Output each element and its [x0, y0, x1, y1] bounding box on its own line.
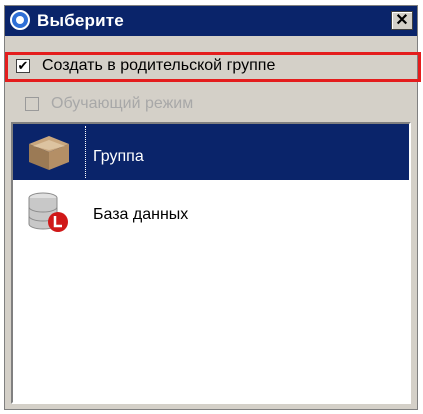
check-icon: ✔	[17, 58, 29, 73]
learning-mode-checkbox	[25, 97, 39, 111]
list-item-database[interactable]: База данных	[13, 184, 409, 240]
close-icon: ✕	[395, 12, 409, 29]
create-in-parent-option[interactable]: ✔ Создать в родительской группе	[5, 52, 421, 82]
create-in-parent-label: Создать в родительской группе	[42, 57, 276, 74]
folder-box-icon	[25, 130, 73, 174]
database-icon	[25, 190, 73, 234]
title-bar[interactable]: Выберите ✕	[5, 6, 417, 36]
learning-mode-label: Обучающий режим	[51, 95, 194, 112]
list-item-group[interactable]: Группа	[13, 124, 409, 180]
app-icon	[10, 10, 30, 30]
list-item-label: Группа	[93, 148, 144, 165]
create-in-parent-checkbox[interactable]: ✔	[16, 59, 30, 73]
close-button[interactable]: ✕	[391, 11, 413, 30]
focus-rectangle	[85, 126, 86, 178]
object-type-list[interactable]: Группа База данных	[11, 122, 411, 404]
select-dialog: Выберите ✕ ✔ Создать в родительской груп…	[4, 5, 421, 410]
learning-mode-option: Обучающий режим	[11, 94, 417, 120]
list-item-label: База данных	[93, 206, 189, 223]
window-title: Выберите	[37, 11, 124, 30]
